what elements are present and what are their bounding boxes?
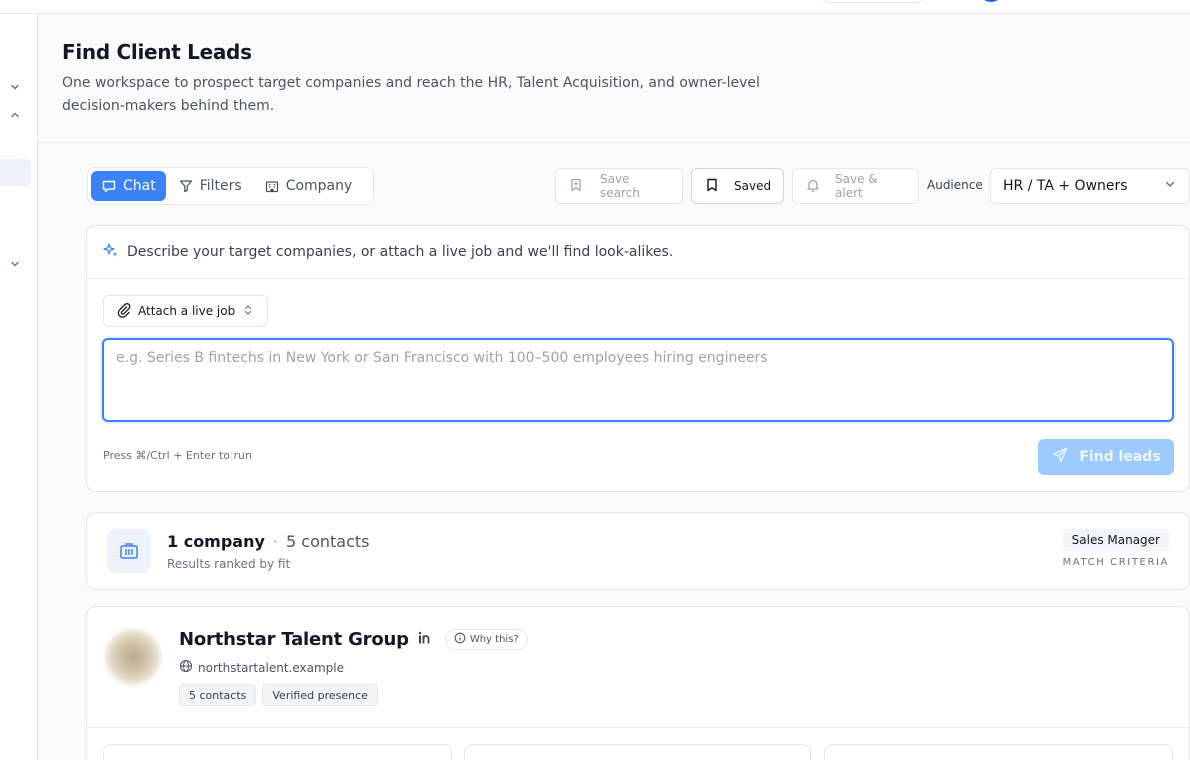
sidebar-item-active[interactable] [0,159,31,186]
bell-icon [805,177,821,196]
save-search-button[interactable]: Save search [555,168,683,204]
chevron-down-icon[interactable] [6,255,24,273]
audience-value: HR / TA + Owners [1003,178,1128,194]
building-icon [107,529,151,573]
mode-tabs: Chat Filters Company [87,167,374,205]
company-name-row: Northstar Talent Group Why this? [179,629,528,650]
why-this-button[interactable]: Why this? [444,629,528,650]
tab-chat[interactable]: Chat [91,171,166,201]
prompt-heading: Describe your target companies, or attac… [87,226,1189,279]
save-alert-button[interactable]: Save & alert [792,168,919,204]
criteria-badge: Sales Manager [1062,529,1169,551]
main-area: Find Client Leads One workspace to prosp… [38,14,1190,760]
query-input[interactable] [102,338,1174,422]
attach-live-job-button[interactable]: Attach a live job [103,295,269,327]
page-subtitle: One workspace to prospect target compani… [62,75,760,114]
verified-tag: Verified presence [262,684,378,706]
top-bar-button[interactable] [822,0,924,3]
saved-button[interactable]: Saved [691,168,784,204]
contact-count: 5 contacts [286,532,370,551]
content: Chat Filters Company Save search Saved S… [38,143,1190,760]
globe-icon [179,659,193,676]
page-title: Find Client Leads [62,40,252,64]
tab-label: Chat [123,178,156,194]
why-this-label: Why this? [469,634,519,645]
match-criteria-label: MATCH CRITERIA [1062,557,1169,568]
company-count: 1 company [167,532,265,551]
results-count: 1 company · 5 contacts [167,532,370,551]
chevron-down-icon [1163,177,1177,195]
company-card: Northstar Talent Group Why this? northst… [86,606,1190,760]
company-domain-text: northstartalent.example [198,660,344,675]
audience-select[interactable]: HR / TA + Owners [990,168,1190,204]
find-leads-label: Find leads [1079,449,1161,465]
results-summary: 1 company · 5 contacts Results ranked by… [86,512,1190,590]
page-header: Find Client Leads One workspace to prosp… [38,14,1190,143]
top-bar [0,0,1190,14]
company-domain[interactable]: northstartalent.example [179,659,344,676]
save-alert-label: Save & alert [835,172,878,200]
audience-label: Audience [927,178,983,192]
chevron-up-icon[interactable] [6,106,24,124]
contact-card[interactable] [824,744,1173,760]
chevron-down-icon[interactable] [6,78,24,96]
results-subtitle: Results ranked by fit [167,557,291,571]
prompt-heading-text: Describe your target companies, or attac… [127,244,674,260]
company-name: Northstar Talent Group [179,629,409,650]
bookmark-icon [704,177,720,196]
contact-card[interactable] [103,744,452,760]
tab-label: Filters [199,178,242,194]
company-tags: 5 contacts Verified presence [179,684,378,706]
attach-live-job-label: Attach a live job [138,304,236,318]
shortcut-hint: Press ⌘/Ctrl + Enter to run [103,449,252,462]
contact-card[interactable] [464,744,811,760]
linkedin-icon[interactable] [417,630,433,650]
chevron-up-down-icon [241,303,255,320]
send-icon [1051,446,1069,468]
saved-label: Saved [734,179,772,193]
tab-label: Company [285,178,353,194]
tab-company[interactable]: Company [254,171,363,201]
sidebar [0,14,38,760]
filter-icon [178,178,194,194]
chat-icon [101,178,117,194]
company-logo [105,629,161,685]
paperclip-icon [116,302,132,321]
contacts-tag: 5 contacts [179,684,257,706]
save-search-label: Save search [600,172,640,200]
sparkles-icon [103,242,119,262]
separator: · [272,532,279,551]
info-icon [454,632,466,647]
bookmark-plus-icon [568,177,584,196]
building-icon [264,178,280,194]
prompt-card: Describe your target companies, or attac… [86,225,1190,492]
avatar[interactable] [978,0,1004,2]
find-leads-button[interactable]: Find leads [1038,439,1174,475]
divider [87,727,1189,728]
tab-filters[interactable]: Filters [168,171,252,201]
